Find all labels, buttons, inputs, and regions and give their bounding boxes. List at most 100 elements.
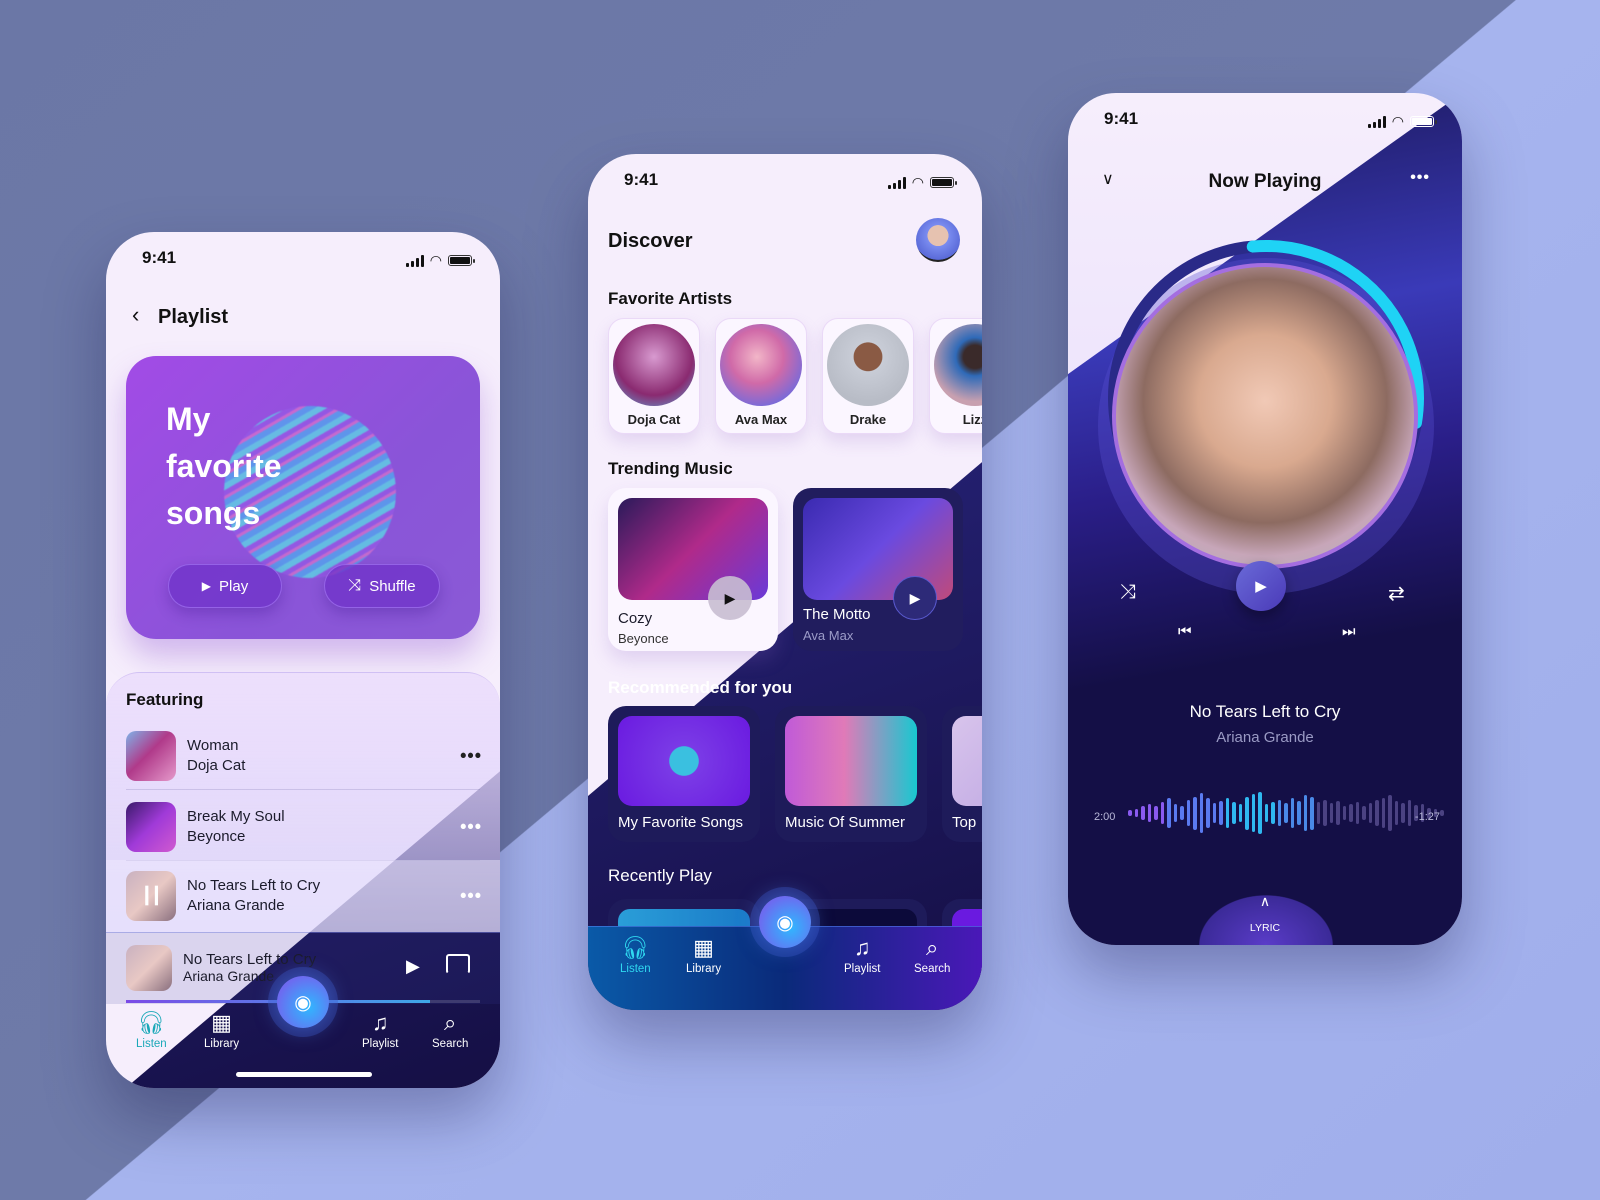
more-options-icon[interactable]: ••• xyxy=(460,746,482,767)
waveform-bar xyxy=(1407,799,1411,827)
waveform-scrubber[interactable] xyxy=(1128,783,1444,843)
track-row[interactable]: Break My Soul Beyonce ••• xyxy=(126,793,482,861)
recommended-card[interactable]: My Favorite Songs xyxy=(608,706,760,842)
more-options-icon[interactable]: ••• xyxy=(1410,169,1430,187)
broadcast-button[interactable]: ◉ xyxy=(277,976,329,1028)
recommended-card[interactable]: Top xyxy=(942,706,982,842)
now-playing-screen: 9:41 ◠ ∨ Now Playing ••• ▶ ⤨ ⇄ ⏮ ⏭ No Te… xyxy=(1068,93,1462,945)
broadcast-button[interactable]: ◉ xyxy=(759,896,811,948)
track-thumbnail xyxy=(126,731,176,781)
playlist-name: My favorite songs xyxy=(166,401,282,531)
remaining-time: -1:27 xyxy=(1414,811,1440,823)
waveform-bar xyxy=(1173,804,1177,822)
next-icon[interactable]: ⏭ xyxy=(1342,623,1356,640)
track-title: Break My Soul xyxy=(187,808,285,825)
waveform-bar xyxy=(1368,803,1372,823)
mini-player-title: No Tears Left to Cry xyxy=(183,951,317,968)
artist-card[interactable]: Drake xyxy=(822,318,914,434)
music-note-icon: ♫ xyxy=(371,1010,389,1035)
grid-icon: ▦ xyxy=(693,935,714,960)
waveform-bar xyxy=(1134,808,1138,818)
signal-icon xyxy=(405,254,424,267)
play-icon: ▶ xyxy=(201,579,212,593)
play-button[interactable]: ▶ xyxy=(1236,561,1286,611)
waveform-bar xyxy=(1251,794,1255,832)
waveform-bar xyxy=(1271,802,1275,824)
play-icon[interactable]: ▶ xyxy=(893,576,937,620)
waveform-bar xyxy=(1401,803,1405,823)
waveform-bar xyxy=(1238,804,1242,822)
trending-title: Cozy xyxy=(618,610,653,627)
tab-library[interactable]: ▦ Library xyxy=(204,1012,240,1051)
song-title: No Tears Left to Cry xyxy=(1189,702,1341,721)
page-title: Now Playing xyxy=(1208,171,1322,192)
track-thumbnail: ┃┃ xyxy=(126,871,176,921)
chevron-left-icon[interactable]: ‹ xyxy=(132,302,139,328)
previous-icon[interactable]: ⏮ xyxy=(1178,623,1192,640)
repeat-icon[interactable]: ⇄ xyxy=(1388,581,1405,606)
tab-library[interactable]: ▦ Library xyxy=(686,935,721,976)
play-icon: ▶ xyxy=(1255,578,1267,595)
tab-search[interactable]: ⌕ Search xyxy=(914,937,950,976)
trending-card[interactable]: ▶ Cozy Beyonce xyxy=(608,488,778,651)
waveform-bar xyxy=(1141,806,1145,820)
tab-listen[interactable]: 🎧︎ Listen xyxy=(136,1012,167,1051)
home-indicator xyxy=(236,1072,372,1077)
discover-screen: 9:41 ◠ Discover Favorite Artists Doja Ca… xyxy=(588,154,982,1010)
artist-card[interactable]: Lizz xyxy=(929,318,982,434)
waveform-bar xyxy=(1349,804,1353,822)
more-options-icon[interactable]: ••• xyxy=(460,817,482,838)
status-icons: ◠ xyxy=(1367,113,1437,130)
shuffle-label: Shuffle xyxy=(369,577,416,595)
waveform-bar xyxy=(1355,802,1359,824)
tab-playlist[interactable]: ♫ Playlist xyxy=(362,1010,398,1051)
artist-card[interactable]: Doja Cat xyxy=(608,318,700,434)
recommended-cover xyxy=(618,716,750,806)
play-icon[interactable]: ▶ xyxy=(708,576,752,620)
mini-player-thumbnail xyxy=(126,945,172,991)
track-row-playing[interactable]: ┃┃ No Tears Left to Cry Ariana Grande ••• xyxy=(126,862,482,930)
tab-playlist[interactable]: ♫ Playlist xyxy=(844,935,880,976)
waveform-bar xyxy=(1329,803,1333,823)
trending-title: The Motto xyxy=(803,606,871,623)
airplay-icon[interactable] xyxy=(446,954,470,974)
more-options-icon[interactable]: ••• xyxy=(460,886,482,907)
signal-icon xyxy=(1367,115,1386,128)
chevron-up-icon[interactable]: ∧ xyxy=(1068,893,1462,910)
tab-search[interactable]: ⌕ Search xyxy=(432,1012,469,1051)
artist-card[interactable]: Ava Max xyxy=(715,318,807,434)
mini-play-icon[interactable]: ▶ xyxy=(406,956,420,977)
artist-avatar xyxy=(827,324,909,406)
shuffle-icon[interactable]: ⤨ xyxy=(1120,581,1136,604)
waveform-bar xyxy=(1199,793,1203,833)
tab-label: Search xyxy=(432,1038,469,1050)
status-time: 9:41 xyxy=(624,170,659,189)
play-button[interactable]: ▶ Play xyxy=(168,564,282,608)
artist-name: Drake xyxy=(849,412,887,427)
trending-card[interactable]: ▶ The Motto Ava Max xyxy=(793,488,963,651)
divider xyxy=(126,789,480,790)
battery-icon xyxy=(930,177,957,188)
waveform-bar xyxy=(1323,799,1327,827)
status-icons: ◠ xyxy=(887,174,957,191)
trending-artist: Ava Max xyxy=(803,628,854,643)
track-artist: Beyonce xyxy=(187,828,246,845)
play-label: Play xyxy=(219,577,249,595)
tab-label: Listen xyxy=(620,963,651,975)
status-time: 9:41 xyxy=(1104,109,1139,128)
music-note-icon: ♫ xyxy=(853,935,871,960)
playlist-hero-card: My favorite songs ▶ Play ⤨ Shuffle xyxy=(126,356,480,639)
waveform-bar xyxy=(1186,799,1190,827)
tab-listen[interactable]: 🎧︎ Listen xyxy=(620,937,651,976)
waveform-bar xyxy=(1128,809,1132,817)
waveform-bar xyxy=(1388,795,1392,831)
track-title: No Tears Left to Cry xyxy=(187,877,321,894)
waveform-bar xyxy=(1284,803,1288,823)
tab-label: Library xyxy=(204,1038,240,1050)
track-row[interactable]: Woman Doja Cat ••• xyxy=(126,722,482,790)
user-avatar[interactable] xyxy=(916,218,960,262)
shuffle-button[interactable]: ⤨ Shuffle xyxy=(324,564,440,608)
recommended-cover xyxy=(785,716,917,806)
recommended-card[interactable]: Music Of Summer xyxy=(775,706,927,842)
section-title-favorite-artists: Favorite Artists xyxy=(608,289,733,308)
